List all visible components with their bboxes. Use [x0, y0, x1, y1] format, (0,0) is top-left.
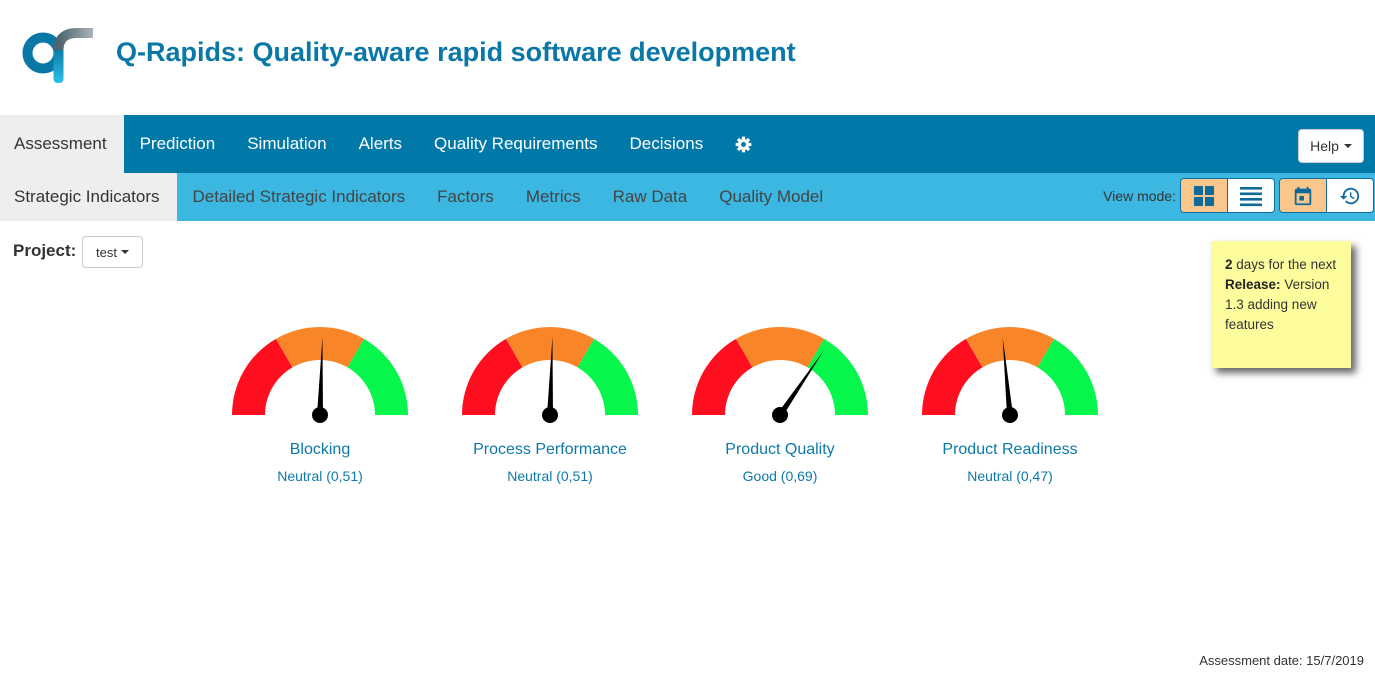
gauge-chart — [462, 327, 638, 423]
gauge-status: Neutral (0,51) — [507, 468, 593, 484]
help-label: Help — [1310, 138, 1339, 154]
view-mode-label: View mode: — [1103, 188, 1176, 204]
gauge-title[interactable]: Product Readiness — [895, 440, 1125, 460]
gauge-title[interactable]: Product Quality — [665, 440, 895, 460]
subnav-tab-detailed-strategic-indicators[interactable]: Detailed Strategic Indicators — [177, 173, 422, 221]
gauge-band-neutral — [965, 327, 1055, 368]
subnav-tab-raw-data[interactable]: Raw Data — [597, 173, 704, 221]
gauge-view-button[interactable] — [1181, 179, 1227, 212]
release-note: 2 days for the next Release: Version 1.3… — [1211, 241, 1351, 368]
nav-tab-decisions[interactable]: Decisions — [614, 115, 720, 173]
gauge-band-neutral — [505, 327, 595, 368]
assessment-date: Assessment date: 15/7/2019 — [1199, 653, 1364, 668]
q-rapids-logo-icon — [22, 28, 93, 83]
nav-tab-simulation[interactable]: Simulation — [231, 115, 342, 173]
view-layout-toggle — [1180, 178, 1275, 213]
main-nav: Assessment Prediction Simulation Alerts … — [0, 115, 1375, 173]
subnav-tab-factors[interactable]: Factors — [421, 173, 510, 221]
subnav-tab-metrics[interactable]: Metrics — [510, 173, 597, 221]
nav-tab-label: Assessment — [14, 134, 107, 153]
project-selected-value: test — [96, 244, 117, 260]
help-button[interactable]: Help — [1298, 129, 1364, 163]
calendar-icon — [1294, 186, 1312, 205]
list-view-button[interactable] — [1227, 179, 1274, 212]
subnav-tab-quality-model[interactable]: Quality Model — [703, 173, 839, 221]
history-button[interactable] — [1326, 179, 1373, 212]
gauge-needle-hub — [1002, 407, 1018, 423]
nav-tab-prediction[interactable]: Prediction — [124, 115, 232, 173]
gauge-chart — [692, 327, 868, 423]
nav-tab-label: Decisions — [629, 134, 704, 153]
settings-button[interactable] — [719, 115, 768, 173]
subnav-tab-label: Quality Model — [719, 187, 824, 206]
sub-nav: Strategic Indicators Detailed Strategic … — [0, 173, 1375, 221]
nav-tab-label: Alerts — [358, 134, 403, 153]
gauge-blocking[interactable]: Blocking Neutral (0,51) — [205, 325, 435, 495]
app-title: Q-Rapids: Quality-aware rapid software d… — [116, 37, 796, 67]
gauge-product-readiness[interactable]: Product Readiness Neutral (0,47) — [895, 325, 1125, 495]
nav-tab-assessment[interactable]: Assessment — [0, 115, 124, 173]
caret-down-icon — [120, 250, 129, 254]
release-days: 2 — [1225, 257, 1233, 272]
subnav-tab-strategic-indicators[interactable]: Strategic Indicators — [0, 173, 177, 221]
gauge-band-neutral — [275, 327, 365, 368]
current-date-button[interactable] — [1280, 179, 1326, 212]
gauge-status: Good (0,69) — [742, 468, 818, 484]
subnav-tab-label: Raw Data — [612, 187, 688, 206]
subnav-tab-label: Detailed Strategic Indicators — [192, 187, 406, 206]
subnav-tab-label: Strategic Indicators — [14, 187, 160, 206]
subnav-tab-label: Factors — [437, 187, 494, 206]
gauge-title[interactable]: Process Performance — [435, 440, 665, 460]
nav-tab-label: Prediction — [139, 134, 216, 153]
gauge-process-performance[interactable]: Process Performance Neutral (0,51) — [435, 325, 665, 495]
project-label: Project: — [13, 241, 77, 260]
gauge-band-neutral — [735, 327, 825, 368]
caret-down-icon — [1343, 144, 1352, 148]
nav-tab-alerts[interactable]: Alerts — [343, 115, 418, 173]
gauge-product-quality[interactable]: Product Quality Good (0,69) — [665, 325, 895, 495]
gauge-needle-hub — [772, 407, 788, 423]
project-dropdown[interactable]: test — [82, 236, 143, 268]
time-mode-toggle — [1279, 178, 1374, 213]
gauge-needle-hub — [542, 407, 558, 423]
list-icon — [1240, 186, 1262, 206]
nav-tab-quality-requirements[interactable]: Quality Requirements — [418, 115, 613, 173]
history-icon — [1339, 187, 1360, 204]
gear-icon — [735, 136, 752, 152]
gauge-chart — [232, 327, 408, 423]
gauge-status: Neutral (0,47) — [967, 468, 1053, 484]
nav-tab-label: Quality Requirements — [434, 134, 598, 153]
gauge-needle-hub — [312, 407, 328, 423]
gauge-title[interactable]: Blocking — [205, 440, 435, 460]
release-label: Release: — [1225, 277, 1281, 292]
nav-tab-label: Simulation — [247, 134, 327, 153]
gauge-chart — [922, 327, 1098, 423]
subnav-tab-label: Metrics — [525, 187, 581, 206]
grid-icon — [1194, 185, 1214, 206]
release-days-text: days for the next — [1236, 257, 1337, 272]
gauge-status: Neutral (0,51) — [277, 468, 363, 484]
